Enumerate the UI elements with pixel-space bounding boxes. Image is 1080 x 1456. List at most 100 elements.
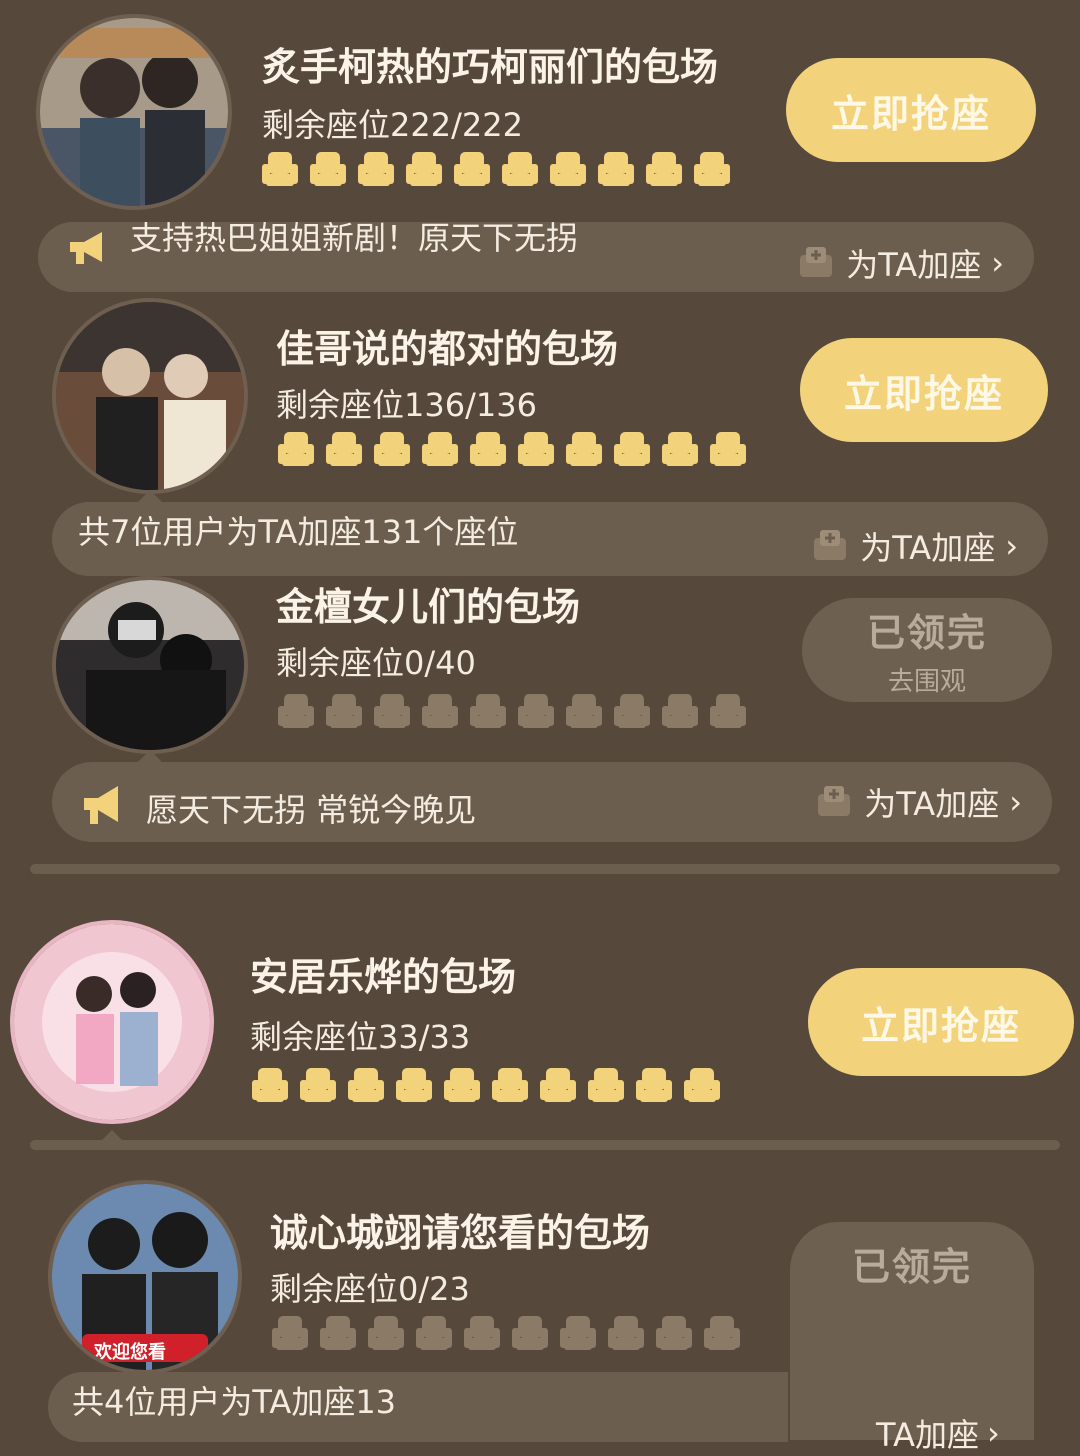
screening-title: 安居乐烨的包场 xyxy=(250,955,517,999)
strip-message: 愿天下无拐 常锐今晚见 xyxy=(146,791,477,829)
seat-icon xyxy=(300,1068,336,1102)
avatar-pointer xyxy=(138,750,162,762)
seat-icon xyxy=(492,1068,528,1102)
seat-icon xyxy=(368,1316,404,1350)
add-seat-label: TA加座 xyxy=(876,1416,979,1454)
screening-card-4: 安居乐烨的包场 剩余座位33/33 立即抢座 xyxy=(0,916,1080,1156)
screening-card-3: 金檀女儿们的包场 剩余座位0/40 已领完 去围观 愿天下无拐 常锐今晚见 为T… xyxy=(0,576,1080,866)
sold-out-label: 已领完 xyxy=(866,611,987,655)
avatar-pointer xyxy=(138,490,162,502)
seat-icon xyxy=(588,1068,624,1102)
strip-message: 共4位用户为TA加座13 xyxy=(72,1383,397,1421)
add-seat-label: 为TA加座 xyxy=(846,246,982,284)
seats-remaining: 剩余座位0/23 xyxy=(270,1270,470,1308)
seat-icon xyxy=(518,432,554,466)
add-seat-label: 为TA加座 xyxy=(864,785,1000,823)
grab-seat-button[interactable]: 立即抢座 xyxy=(786,58,1036,162)
screening-title: 佳哥说的都对的包场 xyxy=(276,327,619,371)
seat-icon xyxy=(416,1316,452,1350)
watch-label: 去围观 xyxy=(887,667,966,697)
seat-icon xyxy=(348,1068,384,1102)
add-seat-link[interactable]: 为TA加座 › xyxy=(796,228,1004,298)
seat-icon xyxy=(470,694,506,728)
seat-icon xyxy=(422,432,458,466)
seat-icon xyxy=(598,152,634,186)
screening-card-1: 炙手柯热的巧柯丽们的包场 剩余座位222/222 立即抢座 支持热巴姐姐新剧！原… xyxy=(0,0,1080,292)
seats-remaining: 剩余座位136/136 xyxy=(276,386,537,424)
screening-title: 炙手柯热的巧柯丽们的包场 xyxy=(262,45,719,89)
seat-icon xyxy=(326,432,362,466)
avatar[interactable] xyxy=(10,920,214,1124)
sold-out-label: 已领完 xyxy=(851,1245,972,1289)
section-divider xyxy=(30,1140,1060,1150)
seat-row xyxy=(270,1314,742,1352)
seat-icon xyxy=(310,152,346,186)
megaphone-icon xyxy=(66,228,112,272)
seat-icon xyxy=(518,694,554,728)
seat-icon xyxy=(710,694,746,728)
seats-remaining: 剩余座位33/33 xyxy=(250,1018,471,1056)
add-seat-icon xyxy=(814,530,847,560)
chevron-right-icon: › xyxy=(1009,783,1022,821)
seat-row xyxy=(250,1066,722,1104)
seat-icon xyxy=(662,432,698,466)
seat-icon xyxy=(694,152,730,186)
add-seat-link[interactable]: TA加座 › xyxy=(876,1410,1000,1456)
seat-icon xyxy=(646,152,682,186)
screening-card-2: 佳哥说的都对的包场 剩余座位136/136 立即抢座 共7位用户为TA加座131… xyxy=(0,290,1080,580)
seat-icon xyxy=(566,432,602,466)
seat-icon xyxy=(636,1068,672,1102)
seat-icon xyxy=(326,694,362,728)
screening-card-5: 欢迎您看 诚心城翊请您看的包场 剩余座位0/23 已领完 共4位用户为TA加座1… xyxy=(0,1178,1080,1454)
seat-row xyxy=(276,430,748,468)
seat-icon xyxy=(614,432,650,466)
add-seat-link[interactable]: 为TA加座 › xyxy=(814,762,1022,842)
seat-icon xyxy=(272,1316,308,1350)
avatar[interactable] xyxy=(36,14,232,210)
seat-icon xyxy=(656,1316,692,1350)
seat-icon xyxy=(502,152,538,186)
seat-icon xyxy=(252,1068,288,1102)
seat-icon xyxy=(470,432,506,466)
avatar[interactable] xyxy=(52,298,248,494)
seat-icon xyxy=(320,1316,356,1350)
grab-seat-button[interactable]: 立即抢座 xyxy=(800,338,1048,442)
add-seat-icon xyxy=(818,786,851,816)
seat-icon xyxy=(444,1068,480,1102)
seat-icon xyxy=(396,1068,432,1102)
message-strip: 支持热巴姐姐新剧！原天下无拐 为TA加座 › xyxy=(38,219,1034,292)
message-strip: 共4位用户为TA加座13 xyxy=(48,1372,788,1442)
seat-icon xyxy=(614,694,650,728)
avatar-banner: 欢迎您看 xyxy=(94,1342,166,1363)
message-strip: 愿天下无拐 常锐今晚见 为TA加座 › xyxy=(52,762,1052,842)
chevron-right-icon: › xyxy=(1005,527,1018,565)
seat-icon xyxy=(422,694,458,728)
seat-icon xyxy=(454,152,490,186)
grab-seat-button[interactable]: 立即抢座 xyxy=(808,968,1074,1076)
seat-icon xyxy=(406,152,442,186)
add-seat-label: 为TA加座 xyxy=(860,529,996,567)
seat-icon xyxy=(262,152,298,186)
seat-icon xyxy=(374,432,410,466)
add-seat-link[interactable]: 为TA加座 › xyxy=(810,506,1018,586)
sold-out-button[interactable]: 已领完 去围观 xyxy=(802,598,1052,702)
avatar[interactable] xyxy=(52,576,248,754)
seat-icon xyxy=(540,1068,576,1102)
seat-icon xyxy=(550,152,586,186)
seat-icon xyxy=(278,432,314,466)
seat-row xyxy=(276,692,748,730)
avatar[interactable]: 欢迎您看 xyxy=(48,1180,242,1374)
screening-title: 金檀女儿们的包场 xyxy=(276,585,581,629)
seat-row xyxy=(260,150,732,188)
message-strip: 共7位用户为TA加座131个座位 为TA加座 › xyxy=(52,502,1048,576)
seat-icon xyxy=(662,694,698,728)
seat-icon xyxy=(464,1316,500,1350)
seats-remaining: 剩余座位222/222 xyxy=(262,106,523,144)
sold-out-button[interactable]: 已领完 xyxy=(790,1222,1034,1440)
chevron-right-icon: › xyxy=(991,244,1004,282)
seat-icon xyxy=(704,1316,740,1350)
megaphone-icon xyxy=(80,782,126,832)
screening-title: 诚心城翊请您看的包场 xyxy=(270,1211,651,1255)
seat-icon xyxy=(566,694,602,728)
seat-icon xyxy=(278,694,314,728)
